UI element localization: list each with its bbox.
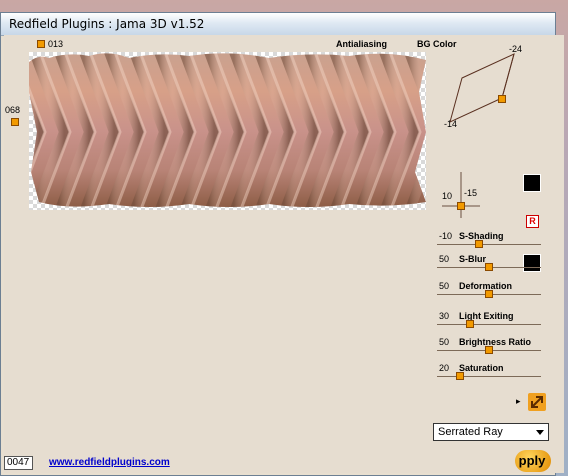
resize-icon[interactable] [527, 392, 547, 412]
bg-color-swatch[interactable] [523, 174, 541, 192]
slider-knob[interactable] [485, 290, 493, 298]
slider-track[interactable] [437, 324, 541, 325]
antialiasing-toggle[interactable]: Antialiasing [336, 39, 387, 49]
apply-label: pply [518, 453, 546, 468]
slider-value: 50 [439, 281, 450, 291]
position-y-value: -15 [464, 188, 478, 198]
slider-value: 30 [439, 311, 450, 321]
slider-value: 50 [439, 337, 450, 347]
texture-type-select[interactable]: Serrated Ray [433, 423, 549, 441]
seed-counter-field[interactable]: 0047 [4, 456, 33, 470]
title-bar[interactable]: Redfield Plugins : Jama 3D v1.52 [1, 13, 555, 36]
top-position-value: 013 [48, 39, 64, 49]
slider-knob[interactable] [456, 372, 464, 380]
top-position-handle[interactable] [37, 40, 45, 48]
slider-knob[interactable] [466, 320, 474, 328]
slider-track[interactable] [437, 244, 541, 245]
slider-deformation[interactable]: 50 Deformation [437, 281, 541, 301]
slider-saturation[interactable]: 20 Saturation [437, 363, 541, 383]
slider-label: Saturation [459, 363, 504, 373]
chevron-down-icon [536, 430, 544, 435]
slider-s-shading[interactable]: -10 S-Shading [437, 231, 541, 251]
preview-canvas[interactable] [29, 52, 426, 210]
slider-s-blur[interactable]: 50 S-Blur [437, 254, 541, 274]
position-handle[interactable] [457, 202, 465, 210]
slider-value: 20 [439, 363, 450, 373]
slider-value: 50 [439, 254, 450, 264]
redfield-website-link[interactable]: www.redfieldplugins.com [49, 457, 170, 468]
light-angle-top: -24 [509, 44, 523, 54]
slider-knob[interactable] [485, 263, 493, 271]
texture-type-value: Serrated Ray [438, 426, 503, 438]
light-angle-bottom: -14 [444, 119, 458, 129]
slider-value: -10 [439, 231, 453, 241]
slider-light-exiting[interactable]: 30 Light Exiting [437, 311, 541, 331]
left-position-value: 068 [5, 105, 21, 115]
slider-knob[interactable] [475, 240, 483, 248]
reset-button[interactable]: R [526, 215, 539, 228]
position-x-value: 10 [442, 191, 453, 201]
braid-texture-image [29, 53, 426, 207]
expand-arrow-icon[interactable]: ▸ [516, 396, 521, 407]
light-direction-handle[interactable] [498, 95, 506, 103]
slider-label: S-Blur [459, 254, 486, 264]
window-title: Redfield Plugins : Jama 3D v1.52 [9, 17, 205, 31]
slider-brightness-ratio[interactable]: 50 Brightness Ratio [437, 337, 541, 357]
slider-knob[interactable] [485, 346, 493, 354]
apply-button[interactable]: pply [515, 450, 551, 472]
left-position-handle[interactable] [11, 118, 19, 126]
slider-track[interactable] [437, 376, 541, 377]
slider-label: Brightness Ratio [459, 337, 532, 347]
